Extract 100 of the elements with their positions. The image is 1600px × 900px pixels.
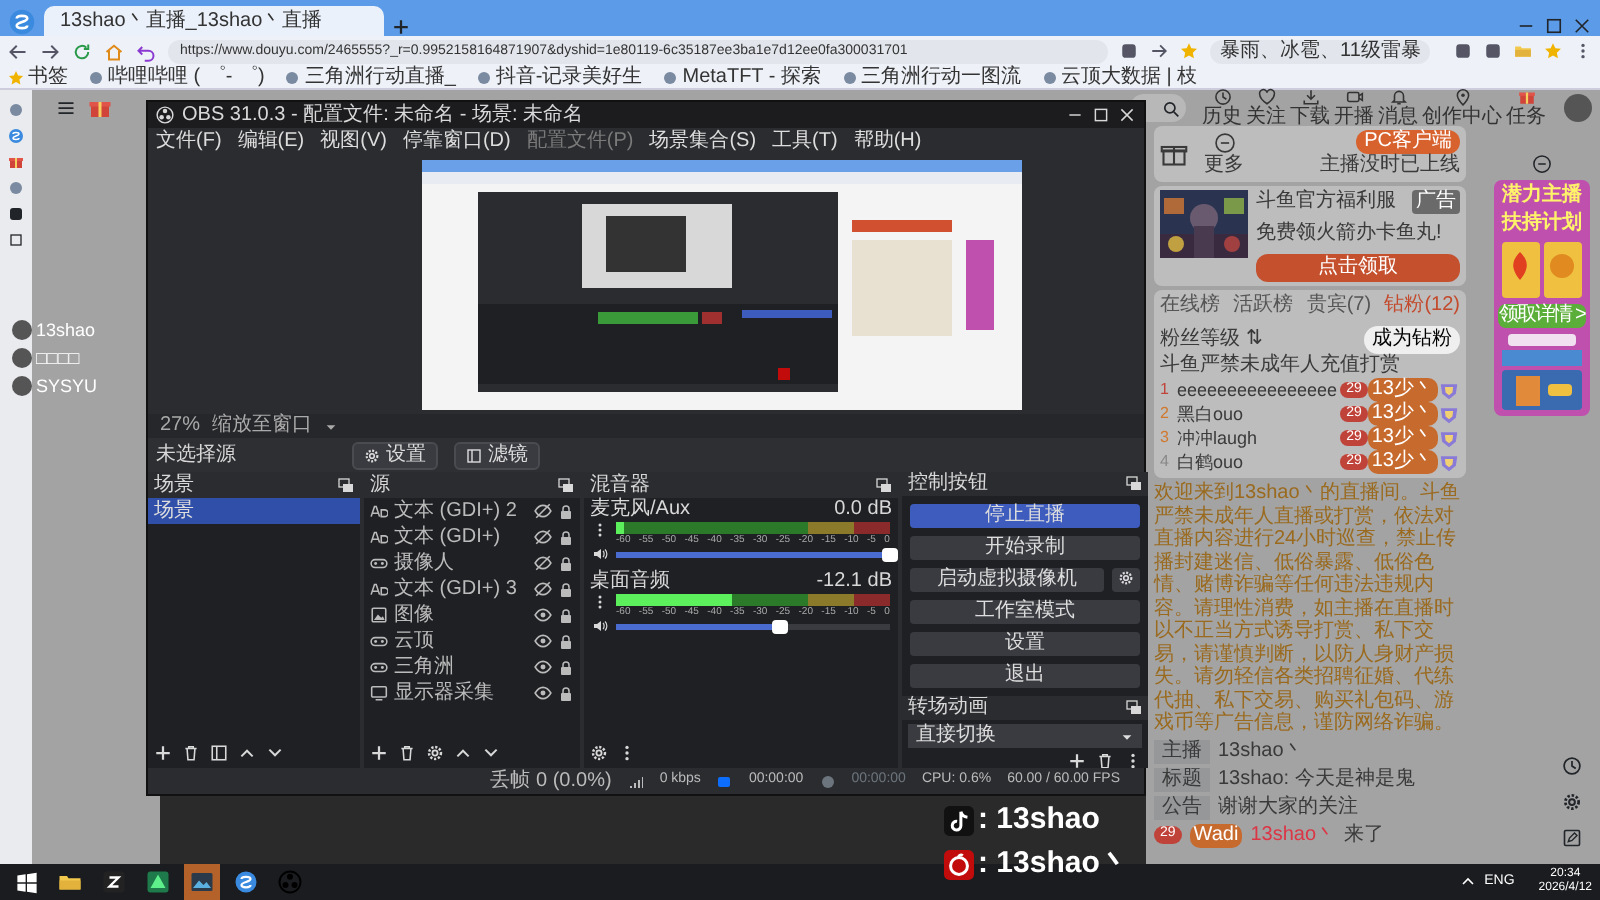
source-name[interactable]: 显示器采集 — [394, 681, 528, 705]
lock-icon[interactable] — [558, 503, 574, 519]
bookmark-link[interactable]: MetaTFT - 探索 — [682, 65, 821, 89]
undock-icon[interactable] — [558, 477, 574, 493]
menu-icon[interactable] — [56, 98, 76, 118]
share-icon[interactable] — [1150, 42, 1168, 60]
new-tab-icon[interactable] — [392, 18, 410, 36]
rank-tab[interactable]: 贵宾(7) — [1306, 294, 1372, 318]
eye-icon[interactable] — [534, 658, 552, 676]
scene-item[interactable]: 场景 — [148, 498, 360, 524]
source-name[interactable]: 文本 (GDI+) 3 — [394, 577, 528, 601]
volume-slider[interactable] — [616, 623, 890, 629]
bookmark-link[interactable]: 书签 — [28, 65, 68, 89]
volume-handle[interactable] — [772, 619, 789, 633]
browser-tab[interactable]: 13shao丶直播_13shao丶直播 — [44, 6, 384, 36]
control-button[interactable]: 开始录制 — [910, 536, 1140, 560]
lock-icon[interactable] — [558, 659, 574, 675]
menu-item[interactable]: 工具(T) — [772, 130, 838, 154]
eye-icon[interactable] — [534, 632, 552, 650]
control-button[interactable]: 停止直播 — [910, 504, 1140, 528]
close-ad-icon[interactable] — [1532, 154, 1552, 174]
move-down-icon[interactable] — [266, 744, 284, 762]
client-button[interactable]: PC客户端 — [1356, 130, 1460, 154]
add-icon[interactable] — [154, 744, 172, 762]
move-down-icon[interactable] — [482, 744, 500, 762]
bookmark-link[interactable]: 抖音-记录美好生 — [495, 65, 643, 89]
volume-handle[interactable] — [882, 547, 898, 561]
lock-icon[interactable] — [558, 633, 574, 649]
sort-toggle[interactable]: 粉丝等级 ⇅ — [1160, 328, 1262, 352]
more-icon[interactable] — [1213, 131, 1235, 153]
menu-item[interactable]: 帮助(H) — [853, 130, 922, 154]
undo-icon[interactable] — [136, 41, 156, 61]
bookmark-link[interactable]: 三角洲行动一图流 — [861, 65, 1021, 89]
undock-icon[interactable] — [876, 477, 892, 493]
nav-item[interactable]: 开播 — [1334, 87, 1374, 129]
virtual-camera-settings-button[interactable] — [1112, 568, 1140, 592]
menu-item[interactable]: 编辑(E) — [237, 130, 305, 154]
nav-item[interactable]: 消息 — [1378, 87, 1418, 129]
news-ticker[interactable]: 暴雨、冰雹、11级雷暴 — [1210, 39, 1431, 63]
add-icon[interactable] — [370, 744, 388, 762]
control-button[interactable]: 工作室模式 — [910, 600, 1140, 624]
history-icon[interactable] — [1562, 756, 1582, 776]
source-name[interactable]: 图像 — [394, 603, 528, 627]
delete-icon[interactable] — [1096, 752, 1114, 770]
menu-item[interactable]: 视图(V) — [320, 130, 387, 154]
forward-icon[interactable] — [40, 41, 60, 61]
settings-icon[interactable] — [1562, 792, 1582, 812]
nav-item[interactable]: 创作中心 — [1422, 87, 1502, 129]
panel-icon[interactable] — [210, 744, 228, 762]
join-button[interactable]: 成为钻粉 — [1364, 326, 1460, 354]
rank-tab[interactable]: 在线榜 — [1160, 294, 1220, 318]
speaker-icon[interactable] — [592, 618, 608, 634]
delete-icon[interactable] — [398, 744, 416, 762]
rank-tab[interactable]: 活跃榜 — [1233, 294, 1294, 318]
close-icon[interactable] — [1572, 16, 1592, 36]
menu-item[interactable]: 停靠窗口(D) — [402, 130, 511, 154]
filters-button[interactable]: 滤镜 — [454, 441, 540, 469]
undock-icon[interactable] — [1126, 700, 1142, 716]
bookmark-link[interactable]: 哔哩哔哩 ( ゜- ゜) — [108, 65, 265, 89]
eye-hidden-icon[interactable] — [534, 502, 552, 520]
source-name[interactable]: 云顶 — [394, 629, 528, 653]
nav-item[interactable]: 下载 — [1290, 87, 1330, 129]
add-icon[interactable] — [1068, 752, 1086, 770]
eye-icon[interactable] — [534, 684, 552, 702]
star-icon[interactable] — [1180, 42, 1198, 60]
bookmark-link[interactable]: 三角洲行动直播_ — [304, 65, 456, 89]
undock-icon[interactable] — [338, 477, 354, 493]
lock-icon[interactable] — [558, 607, 574, 623]
source-name[interactable]: 文本 (GDI+) — [394, 525, 528, 549]
lock-icon[interactable] — [558, 529, 574, 545]
eye-hidden-icon[interactable] — [534, 554, 552, 572]
delete-icon[interactable] — [182, 744, 200, 762]
speaker-icon[interactable] — [592, 546, 608, 562]
menu-item[interactable]: 场景集合(S) — [649, 130, 757, 154]
eye-icon[interactable] — [534, 606, 552, 624]
transition-select[interactable]: 直接切换 — [908, 724, 1142, 748]
bookmark-link[interactable]: 云顶大数据 | 枝 — [1061, 65, 1198, 89]
control-button[interactable]: 退出 — [910, 664, 1140, 688]
nav-item[interactable]: 任务 — [1506, 87, 1546, 129]
eye-hidden-icon[interactable] — [534, 580, 552, 598]
edit-icon[interactable] — [1562, 828, 1582, 848]
lock-icon[interactable] — [558, 581, 574, 597]
source-name[interactable]: 三角洲 — [394, 655, 528, 679]
move-up-icon[interactable] — [238, 744, 256, 762]
lock-icon[interactable] — [558, 555, 574, 571]
eye-hidden-icon[interactable] — [534, 528, 552, 546]
source-name[interactable]: 摄像人 — [394, 551, 528, 575]
nav-item[interactable]: 关注 — [1246, 87, 1286, 129]
undock-icon[interactable] — [1126, 476, 1142, 492]
properties-button[interactable]: 设置 — [352, 441, 438, 469]
nav-item[interactable]: 历史 — [1202, 87, 1242, 129]
source-name[interactable]: 文本 (GDI+) 2 — [394, 499, 528, 523]
maximize-icon[interactable] — [1544, 16, 1564, 36]
star-icon[interactable] — [1544, 42, 1563, 60]
move-up-icon[interactable] — [454, 744, 472, 762]
control-button[interactable]: 设置 — [910, 632, 1140, 656]
control-button[interactable]: 启动虚拟摄像机 — [910, 568, 1105, 592]
lock-icon[interactable] — [558, 685, 574, 701]
reload-icon[interactable] — [72, 41, 92, 61]
tray-chevron-icon[interactable] — [1460, 874, 1477, 890]
